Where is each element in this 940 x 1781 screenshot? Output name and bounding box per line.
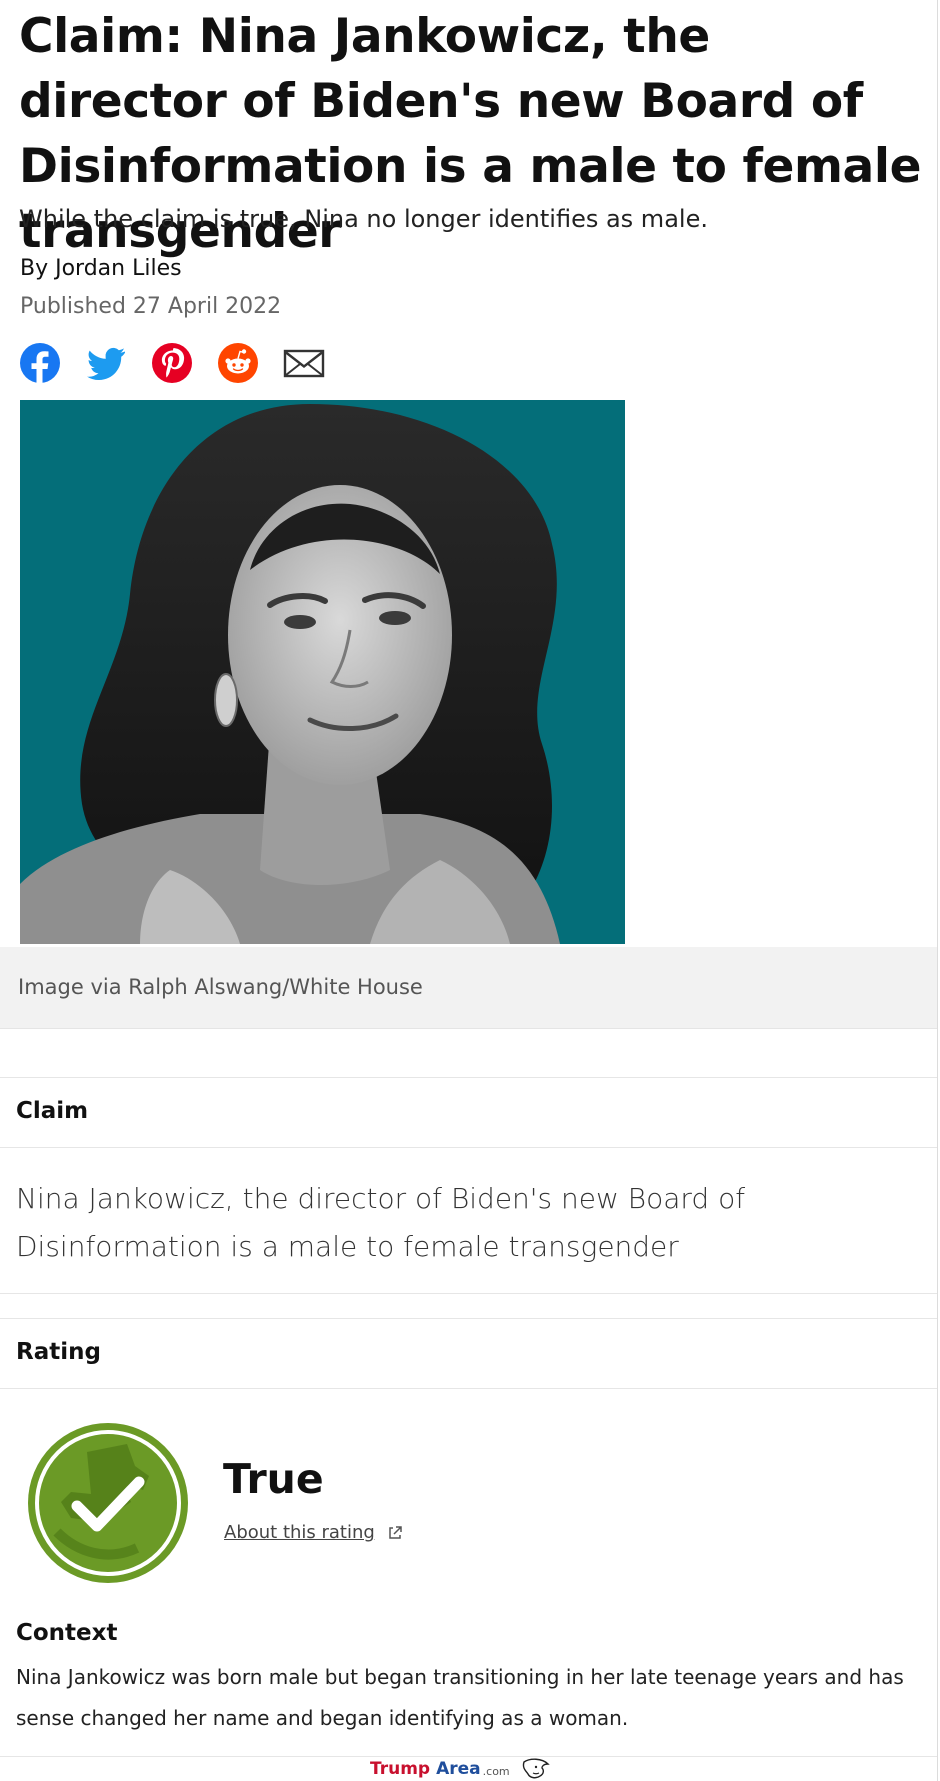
divider: [0, 1077, 937, 1078]
external-link-icon: [389, 1525, 402, 1539]
share-bar: [19, 342, 325, 384]
divider: [0, 1293, 937, 1294]
email-icon[interactable]: [283, 342, 325, 384]
divider: [0, 1318, 937, 1319]
pinterest-icon[interactable]: [151, 342, 193, 384]
site-watermark: Trump Area .com: [370, 1757, 552, 1781]
watermark-part2: Area: [436, 1759, 481, 1779]
about-rating-link[interactable]: About this rating: [224, 1522, 403, 1543]
page-edge: [937, 0, 938, 1781]
divider: [0, 1147, 937, 1148]
rating-label: Rating: [16, 1339, 101, 1365]
image-caption-bar: Image via Ralph Alswang/White House: [0, 947, 937, 1029]
watermark-part1: Trump: [370, 1759, 431, 1779]
claim-label: Claim: [16, 1098, 89, 1124]
claim-text: Nina Jankowicz, the director of Biden's …: [16, 1182, 746, 1263]
about-rating-label[interactable]: About this rating: [224, 1522, 375, 1543]
divider: [0, 1388, 937, 1389]
watermark-part3: .com: [482, 1764, 510, 1778]
rating-value: True: [223, 1455, 324, 1503]
article-subtitle: While the claim is true, Nina no longer …: [19, 205, 708, 233]
twitter-icon[interactable]: [85, 342, 127, 384]
publish-date: Published 27 April 2022: [20, 294, 282, 319]
true-rating-badge-icon: [28, 1423, 188, 1583]
context-label: Context: [16, 1620, 118, 1646]
context-text: Nina Jankowicz was born male but began t…: [16, 1665, 904, 1730]
reddit-icon[interactable]: [217, 342, 259, 384]
facebook-icon[interactable]: [19, 342, 61, 384]
portrait-illustration: [20, 404, 560, 944]
article-photo: [20, 400, 625, 944]
cartoon-face-icon: [522, 1758, 550, 1779]
author-byline[interactable]: By Jordan Liles: [20, 253, 182, 285]
image-caption: Image via Ralph Alswang/White House: [18, 975, 423, 999]
